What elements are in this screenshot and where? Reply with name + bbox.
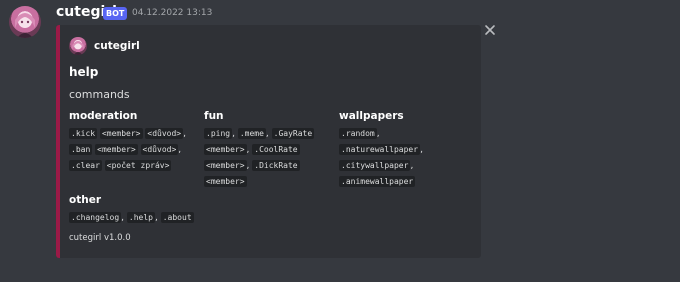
help-embed: cutegirl help commands moderation .kick … bbox=[56, 25, 481, 258]
field-value: .changelog, .help, .about bbox=[69, 212, 194, 223]
command-code: .GayRate bbox=[271, 128, 315, 139]
command-code: <member> bbox=[99, 128, 143, 139]
embed-description: commands bbox=[69, 88, 130, 101]
command-code: <member> bbox=[204, 160, 247, 171]
separator: , bbox=[183, 129, 186, 139]
field-value: .ping, .meme, .GayRate <member>, .CoolRa… bbox=[204, 128, 315, 187]
command-code: .ping bbox=[204, 128, 233, 139]
command-code: <member> bbox=[95, 144, 138, 155]
avatar[interactable] bbox=[9, 6, 41, 38]
field-value: .random, .naturewallpaper, .citywallpape… bbox=[339, 128, 423, 187]
field-name: wallpapers bbox=[339, 110, 404, 122]
command-code: .random bbox=[339, 128, 377, 139]
command-code: .help bbox=[126, 212, 155, 223]
command-code: .about bbox=[160, 212, 194, 223]
field-value: .kick <member> <důvod>, .ban <member> <d… bbox=[69, 126, 199, 174]
command-code: .kick bbox=[69, 128, 98, 139]
command-code: <důvod> bbox=[140, 144, 179, 155]
command-code: <member> bbox=[204, 144, 247, 155]
command-code: .citywallpaper bbox=[339, 160, 411, 171]
command-code: <member> bbox=[204, 176, 247, 187]
command-code: <důvod> bbox=[145, 128, 184, 139]
field-name: other bbox=[69, 194, 102, 206]
bot-badge: BOT bbox=[103, 7, 128, 20]
command-code: <počet zpráv> bbox=[104, 160, 172, 171]
separator: , bbox=[178, 145, 182, 155]
command-code: .CoolRate bbox=[252, 144, 300, 155]
field-moderation: moderation .kick <member> <důvod>, .ban … bbox=[69, 110, 199, 174]
author-avatar bbox=[69, 37, 87, 55]
command-code: .ban bbox=[69, 144, 93, 155]
close-icon[interactable] bbox=[483, 22, 497, 36]
command-code: .animewallpaper bbox=[339, 176, 416, 187]
command-code: .clear bbox=[69, 160, 102, 171]
field-fun: fun .ping, .meme, .GayRate <member>, .Co… bbox=[204, 110, 332, 190]
embed-title: help bbox=[69, 65, 99, 79]
field-name: fun bbox=[204, 110, 224, 122]
field-wallpapers: wallpapers .random, .naturewallpaper, .c… bbox=[339, 110, 469, 190]
field-other: other .changelog, .help, .about bbox=[69, 194, 269, 226]
command-code: .changelog bbox=[69, 212, 122, 223]
field-name: moderation bbox=[69, 110, 138, 122]
embed-author: cutegirl bbox=[69, 37, 140, 55]
embed-accent-bar bbox=[56, 25, 60, 258]
timestamp: 04.12.2022 13:13 bbox=[132, 8, 213, 18]
command-code: .DickRate bbox=[252, 160, 300, 171]
embed-footer: cutegirl v1.0.0 bbox=[69, 233, 131, 243]
command-code: .meme bbox=[237, 128, 266, 139]
command-code: .naturewallpaper bbox=[339, 144, 421, 155]
author-name: cutegirl bbox=[94, 40, 140, 52]
